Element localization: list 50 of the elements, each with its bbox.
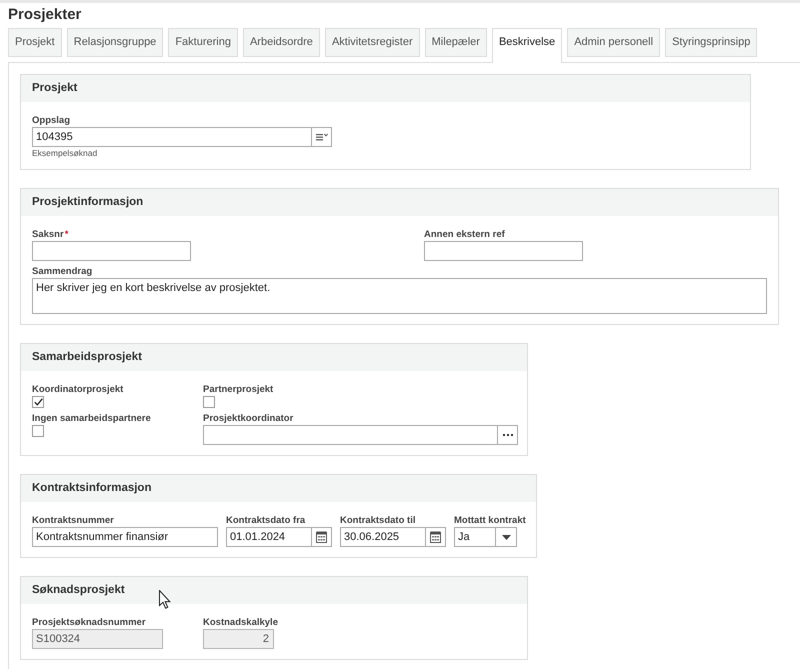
tab[interactable]: Beskrivelse	[492, 28, 562, 63]
date-field[interactable]: 01.01.2024	[226, 527, 332, 547]
field-label: Kontraktsdato til	[340, 514, 416, 527]
checkbox[interactable]	[32, 396, 44, 408]
field-label: Kostnadskalkyle	[203, 616, 279, 629]
tab[interactable]: Milepæler	[424, 28, 487, 57]
field-label: Ingen samarbeidspartnere	[32, 412, 152, 425]
field-label: Partnerprosjekt	[203, 383, 274, 396]
field-label: Prosjektsøknadsnummer	[32, 616, 147, 629]
section-header: Søknadsprosjekt	[21, 577, 527, 604]
section-header: Samarbeidsprosjekt	[21, 344, 527, 371]
tab[interactable]: Relasjonsgruppe	[66, 28, 164, 57]
checkbox[interactable]	[203, 396, 215, 408]
field-label: Sammendrag	[32, 265, 94, 278]
list-icon	[316, 133, 328, 141]
lookup-button[interactable]	[311, 128, 331, 146]
lookup-field[interactable]: 104395	[32, 127, 332, 147]
lookup-field[interactable]	[203, 425, 518, 445]
tab[interactable]: Aktivitetsregister	[324, 28, 420, 57]
field-label: Kontraktsdato fra	[226, 514, 306, 527]
tab[interactable]: Prosjekt	[8, 28, 62, 57]
section-header: Prosjektinformasjon	[21, 189, 778, 216]
tab[interactable]: Fakturering	[168, 28, 238, 57]
calendar-icon	[316, 531, 327, 543]
field-label: Koordinatorprosjekt	[32, 383, 124, 396]
text-field[interactable]	[424, 241, 583, 261]
section-header: Prosjekt	[21, 75, 750, 102]
field-label: Kontraktsnummer	[32, 514, 115, 527]
text-area[interactable]: Her skriver jeg en kort beskrivelse av prosjektet.	[32, 278, 767, 314]
tab[interactable]: Admin personell	[567, 28, 660, 57]
dropdown-field[interactable]: Ja	[454, 527, 517, 547]
text-field[interactable]: Kontraktsnummer finansiør	[32, 527, 218, 547]
field-label: Saksnr	[32, 229, 64, 240]
caret-down-icon	[502, 534, 510, 540]
field-hint: Eksempelsøknad	[32, 147, 98, 159]
date-field[interactable]: 30.06.2025	[340, 527, 446, 547]
field-label: Annen ekstern ref	[424, 228, 506, 241]
tab[interactable]: Arbeidsordre	[242, 28, 320, 57]
field-label: Mottatt kontrakt	[454, 514, 526, 527]
calendar-icon	[430, 531, 441, 543]
page-title: Prosjekter	[8, 6, 82, 24]
checkbox[interactable]	[32, 425, 44, 437]
section-header: Kontraktsinformasjon	[21, 475, 536, 502]
checkmark-icon	[34, 398, 42, 406]
text-field[interactable]	[32, 241, 191, 261]
required-mark: *	[64, 229, 68, 240]
field-label: Prosjektkoordinator	[203, 412, 294, 425]
tab[interactable]: Styringsprinsipp	[665, 28, 758, 57]
field-label: Oppslag	[32, 114, 72, 127]
mouse-pointer-icon	[159, 590, 171, 609]
